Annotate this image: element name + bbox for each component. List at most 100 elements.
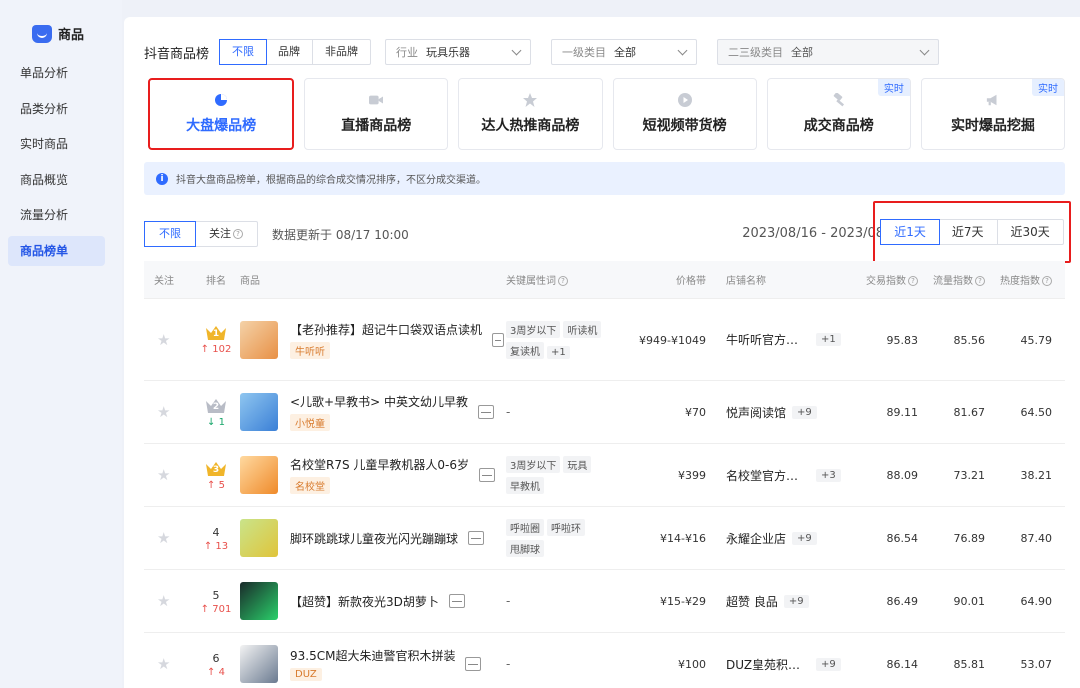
- shop-more-count[interactable]: +9: [816, 657, 841, 671]
- category23-select-value: 全部: [791, 46, 814, 59]
- period-30day[interactable]: 近30天: [998, 220, 1063, 244]
- table-row[interactable]: ★ 5 ↑ 701 【超赞】新款夜光3D胡萝卜 - ¥15-¥29 超赞 良品 +9 86.49…: [144, 570, 1065, 633]
- scan-icon[interactable]: [492, 332, 504, 347]
- scan-icon[interactable]: [465, 657, 482, 671]
- tab-realtime-hot[interactable]: 实时 实时爆品挖掘: [920, 78, 1066, 150]
- col-attr-label: 关键属性词: [506, 276, 556, 287]
- product-name[interactable]: 脚环跳跳球儿童夜光闪光蹦蹦球: [290, 532, 458, 546]
- sidebar-item-single-product[interactable]: 单品分析: [8, 58, 105, 88]
- sidebar-item-category[interactable]: 品类分析: [8, 94, 105, 124]
- product-cell: 脚环跳跳球儿童夜光闪光蹦蹦球: [240, 519, 504, 557]
- sidebar-item-realtime[interactable]: 实时商品: [8, 129, 105, 159]
- product-name[interactable]: 【超赞】新款夜光3D胡萝卜: [290, 595, 439, 609]
- sidebar-brand: 商品: [32, 24, 84, 43]
- trade-index: 86.54: [886, 532, 919, 545]
- period-1day[interactable]: 近1天: [880, 219, 940, 245]
- star-icon[interactable]: ★: [157, 592, 192, 610]
- table-body: ★ 1 ↑ 102 【老孙推荐】超记牛口袋双语点读机 牛听听 3周岁以下 听读机复读机 +1 ¥…: [144, 299, 1065, 688]
- price-range: ¥949-¥1049: [639, 333, 706, 347]
- rank-change: ↓ 1: [192, 417, 240, 428]
- star-icon[interactable]: ★: [157, 466, 192, 484]
- shop-more-count[interactable]: +9: [783, 594, 809, 608]
- product-thumbnail[interactable]: [240, 582, 278, 620]
- brand-filter-nonbrand[interactable]: 非品牌: [313, 40, 370, 64]
- product-brand-tag: 牛听听: [290, 341, 330, 359]
- product-info: <儿歌+早教书> 中英文幼儿早教 小悦童: [290, 393, 468, 431]
- help-icon[interactable]: ?: [558, 276, 568, 286]
- help-icon[interactable]: ?: [975, 276, 985, 286]
- tab-influencer[interactable]: 达人热推商品榜: [458, 78, 603, 150]
- col-heat[interactable]: 热度指数?: [985, 272, 1052, 287]
- period-7day[interactable]: 近7天: [939, 220, 998, 244]
- heat-index-cell: 64.50: [985, 405, 1053, 419]
- tab-short-video[interactable]: 短视频带货榜: [612, 78, 757, 150]
- tab-live[interactable]: 直播商品榜: [304, 78, 449, 150]
- trade-index-cell: 86.54: [851, 531, 919, 545]
- product-thumbnail[interactable]: [240, 393, 278, 431]
- traffic-index-cell: 81.67: [918, 405, 986, 419]
- tab-label: 大盘爆品榜: [186, 118, 257, 134]
- sidebar-nav: 单品分析 品类分析 实时商品 商品概览 流量分析 商品榜单: [8, 58, 105, 272]
- shop-name[interactable]: 永耀企业店: [726, 530, 786, 547]
- category23-select-label: 二三级类目: [728, 46, 784, 59]
- scan-icon[interactable]: [468, 531, 485, 545]
- product-info: 【老孙推荐】超记牛口袋双语点读机牛听听: [290, 321, 482, 359]
- col-trade[interactable]: 交易指数?: [851, 272, 918, 287]
- shop-name[interactable]: DUZ皇苑积木旗舰店: [726, 656, 810, 673]
- follow-filter-followed[interactable]: 关注?: [195, 222, 257, 246]
- help-icon[interactable]: ?: [1042, 276, 1052, 286]
- tab-deal[interactable]: 实时 成交商品榜: [766, 78, 911, 150]
- rank-number-wrap: 6: [192, 651, 240, 665]
- category23-select[interactable]: 二三级类目 全部: [717, 39, 940, 65]
- shop-name[interactable]: 名校堂官方旗舰店: [726, 467, 810, 484]
- chevron-down-icon: [919, 45, 930, 56]
- shop-name[interactable]: 牛听听官方旗舰店: [726, 331, 810, 348]
- brand-filter-brand[interactable]: 品牌: [266, 40, 314, 64]
- table-row[interactable]: ★ 1 ↑ 102 【老孙推荐】超记牛口袋双语点读机 牛听听 3周岁以下 听读机复读机 +1 ¥…: [144, 299, 1065, 381]
- star-icon[interactable]: ★: [157, 655, 192, 673]
- scan-icon[interactable]: [448, 594, 465, 608]
- industry-select[interactable]: 行业 玩具乐器: [385, 39, 532, 65]
- product-thumbnail[interactable]: [240, 456, 278, 494]
- shop-more-count[interactable]: +9: [792, 405, 817, 419]
- price-range: ¥15-¥29: [660, 595, 706, 608]
- product-name[interactable]: 名校堂R7S 儿童早教机器人0-6岁: [290, 458, 469, 472]
- brand-filter-any[interactable]: 不限: [219, 39, 268, 65]
- shop-name[interactable]: 超赞 良品: [726, 593, 778, 610]
- follow-filter-label: 关注: [209, 227, 231, 240]
- table-row[interactable]: ★6↑ 493.5CM超大朱迪警官积木拼装DUZ-¥100DUZ皇苑积木旗舰店+…: [144, 633, 1065, 688]
- traffic-index-cell: 90.01: [918, 594, 986, 608]
- col-traffic[interactable]: 流量指数?: [918, 272, 985, 287]
- product-name[interactable]: 93.5CM超大朱迪警官积木拼装: [290, 649, 455, 663]
- shop-more-count[interactable]: +1: [816, 333, 841, 346]
- sidebar-item-overview[interactable]: 商品概览: [8, 165, 105, 195]
- help-icon[interactable]: ?: [908, 276, 918, 286]
- follow-filter-any[interactable]: 不限: [144, 221, 196, 247]
- product-thumbnail[interactable]: [240, 645, 278, 683]
- product-name[interactable]: 【老孙推荐】超记牛口袋双语点读机: [290, 323, 482, 337]
- sidebar-item-ranking[interactable]: 商品榜单: [8, 235, 105, 266]
- star-icon[interactable]: ★: [157, 403, 192, 421]
- sidebar-item-traffic[interactable]: 流量分析: [8, 200, 105, 230]
- attr-cell: -: [504, 657, 622, 671]
- product-thumbnail[interactable]: [240, 519, 278, 557]
- table-row[interactable]: ★ 2 ↓ 1 <儿歌+早教书> 中英文幼儿早教 小悦童 - ¥70 悦声阅读馆 +9 89.11…: [144, 381, 1065, 444]
- product-name[interactable]: <儿歌+早教书> 中英文幼儿早教: [290, 395, 468, 409]
- trade-index: 86.14: [886, 658, 919, 671]
- scan-icon[interactable]: [479, 468, 496, 482]
- col-follow: 关注: [154, 276, 174, 287]
- star-icon[interactable]: ★: [157, 529, 192, 547]
- help-icon[interactable]: ?: [233, 229, 243, 239]
- table-row[interactable]: ★ 3 ↑ 5 名校堂R7S 儿童早教机器人0-6岁 名校堂 3周岁以下 玩具早教机 ¥399…: [144, 444, 1065, 507]
- tab-label: 直播商品榜: [341, 118, 412, 134]
- product-thumbnail[interactable]: [240, 320, 278, 359]
- shop-more-count[interactable]: +9: [792, 531, 817, 545]
- product-info: 名校堂R7S 儿童早教机器人0-6岁 名校堂: [290, 456, 469, 494]
- shop-name[interactable]: 悦声阅读馆: [726, 404, 786, 421]
- star-icon[interactable]: ★: [157, 331, 192, 349]
- scan-icon[interactable]: [477, 405, 494, 419]
- tab-market-hot[interactable]: 大盘爆品榜: [148, 78, 295, 150]
- shop-more-count[interactable]: +3: [816, 468, 841, 482]
- table-row[interactable]: ★ 4 ↑ 13 脚环跳跳球儿童夜光闪光蹦蹦球 呼啦圈 呼啦环甩脚球 ¥14-¥16 永耀企业…: [144, 507, 1065, 570]
- category1-select[interactable]: 一级类目 全部: [551, 39, 698, 65]
